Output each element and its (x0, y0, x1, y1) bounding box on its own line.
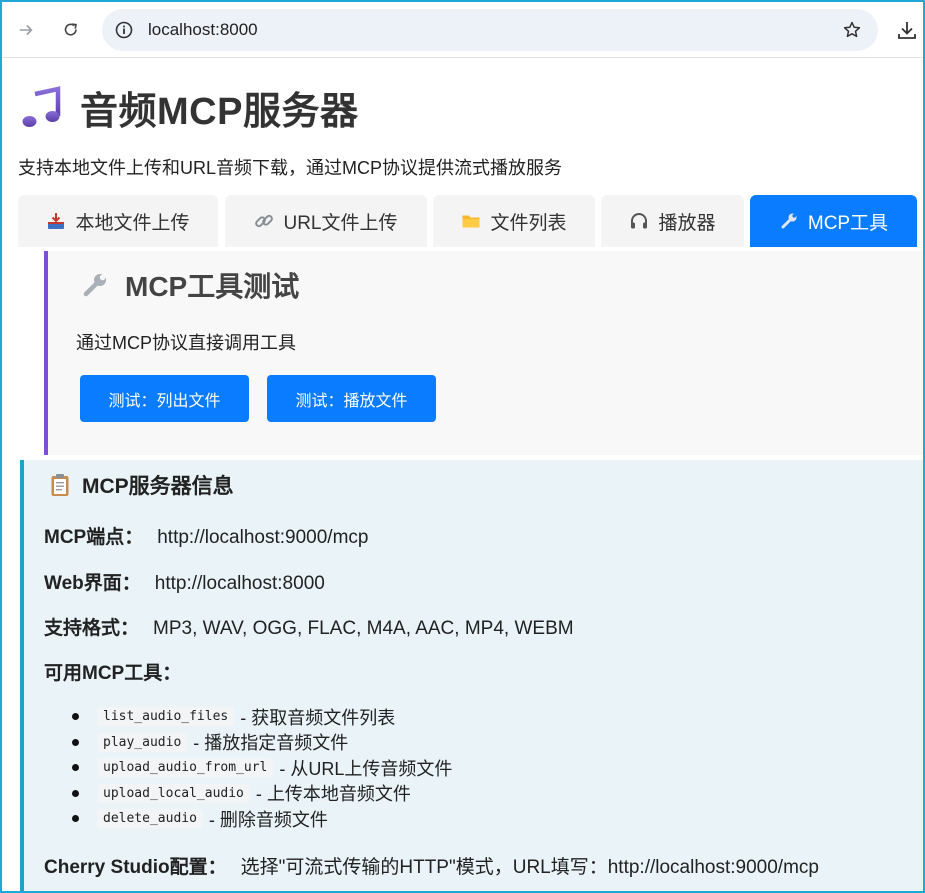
page-title: 音频MCP服务器 (80, 91, 359, 133)
tab-label: URL文件上传 (283, 212, 398, 234)
tab-player[interactable]: 播放器 (601, 195, 744, 247)
info-icon[interactable] (114, 20, 134, 40)
list-item: upload_audio_from_url - 从URL上传音频文件 (71, 755, 453, 781)
tab-file-list[interactable]: 文件列表 (433, 195, 595, 247)
tool-desc: - 删除音频文件 (208, 809, 328, 830)
page-subtitle: 支持本地文件上传和URL音频下载，通过MCP协议提供流式播放服务 (18, 158, 563, 178)
reload-icon[interactable] (57, 16, 85, 44)
cherry-studio-row: Cherry Studio配置： 选择"可流式传输的HTTP"模式，URL填写：h… (44, 852, 819, 879)
address-bar[interactable]: localhost:8000 (102, 9, 878, 51)
panel-description: 通过MCP协议直接调用工具 (76, 333, 296, 353)
info-header: MCP服务器信息 (50, 470, 234, 500)
tab-label: 播放器 (658, 212, 716, 234)
formats-label: 支持格式： (44, 618, 140, 639)
server-info-box: MCP服务器信息 MCP端点： http://localhost:9000/mcp… (20, 460, 923, 891)
web-ui-row: Web界面： http://localhost:8000 (44, 568, 325, 595)
tool-desc: - 获取音频文件列表 (240, 707, 396, 728)
tools-heading: 可用MCP工具： (44, 663, 182, 684)
test-play-file-button[interactable]: 测试：播放文件 (267, 375, 436, 422)
cherry-studio-label: Cherry Studio配置： (44, 857, 227, 878)
list-item: list_audio_files - 获取音频文件列表 (71, 704, 452, 730)
headphones-icon (631, 213, 648, 229)
tool-desc: - 从URL上传音频文件 (279, 758, 453, 779)
browser-toolbar: localhost:8000 (2, 2, 923, 58)
inbox-tray-icon (48, 213, 65, 229)
page-header: 音频MCP服务器 (20, 80, 358, 135)
tab-label: MCP工具 (807, 212, 889, 234)
mcp-endpoint-value: http://localhost:9000/mcp (157, 527, 369, 548)
mcp-endpoint-row: MCP端点： http://localhost:9000/mcp (44, 522, 368, 549)
web-ui-label: Web界面： (44, 573, 141, 594)
tab-url-upload[interactable]: URL文件上传 (225, 195, 427, 247)
wrench-icon (83, 274, 106, 297)
wrench-icon (781, 213, 797, 229)
mcp-endpoint-label: MCP端点： (44, 527, 144, 548)
tool-list: list_audio_files - 获取音频文件列表 play_audio - 播… (71, 704, 453, 832)
music-note-icon (22, 85, 61, 127)
test-list-files-button[interactable]: 测试：列出文件 (80, 375, 249, 422)
url-text[interactable]: localhost:8000 (148, 20, 258, 40)
page: 音频MCP服务器 支持本地文件上传和URL音频下载，通过MCP协议提供流式播放服… (2, 58, 923, 891)
list-item: upload_local_audio - 上传本地音频文件 (71, 781, 452, 807)
tab-mcp-tools[interactable]: MCP工具 (750, 195, 917, 247)
tool-name: play_audio (97, 732, 188, 752)
tool-name: upload_audio_from_url (97, 758, 274, 778)
tab-label: 本地文件上传 (75, 212, 190, 234)
panel-header: MCP工具测试 (80, 265, 299, 305)
formats-value: MP3, WAV, OGG, FLAC, M4A, AAC, MP4, WEBM (153, 618, 574, 639)
link-icon (255, 214, 274, 228)
tool-name: list_audio_files (97, 707, 235, 727)
info-title: MCP服务器信息 (82, 475, 234, 498)
tab-bar: 本地文件上传 URL文件上传 文件列表 播放器 MCP工具 (18, 195, 917, 247)
list-item: delete_audio - 删除音频文件 (71, 806, 452, 832)
forward-icon[interactable] (12, 16, 40, 44)
clipboard-icon (51, 474, 69, 496)
browser-window: localhost:8000 音频MCP服务器 支持本地文件上传和URL音频下载… (0, 0, 925, 893)
tool-desc: - 播放指定音频文件 (193, 733, 349, 754)
tool-desc: - 上传本地音频文件 (255, 784, 411, 805)
tab-label: 文件列表 (490, 212, 567, 234)
web-ui-value: http://localhost:8000 (154, 573, 325, 594)
formats-row: 支持格式： MP3, WAV, OGG, FLAC, M4A, AAC, MP4,… (44, 613, 574, 640)
cherry-studio-value: 选择"可流式传输的HTTP"模式，URL填写：http://localhost:… (240, 857, 819, 878)
panel-title: MCP工具测试 (125, 271, 300, 302)
download-icon[interactable] (895, 18, 919, 42)
tab-local-upload[interactable]: 本地文件上传 (18, 195, 218, 247)
list-item: play_audio - 播放指定音频文件 (71, 730, 452, 756)
folder-icon (462, 215, 480, 228)
tool-name: delete_audio (97, 809, 203, 829)
mcp-tools-panel: MCP工具测试 通过MCP协议直接调用工具 测试：列出文件 测试：播放文件 (44, 251, 923, 455)
star-icon[interactable] (842, 20, 862, 40)
tool-name: upload_local_audio (97, 783, 250, 803)
